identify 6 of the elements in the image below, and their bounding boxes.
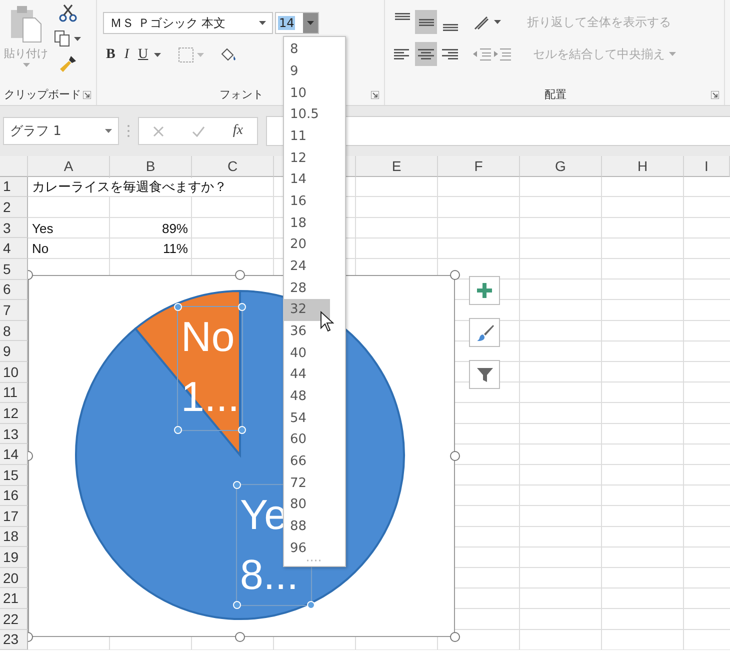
group-label: クリップボード bbox=[4, 87, 81, 103]
group-label: 配置 bbox=[544, 87, 566, 103]
group-label: フォント bbox=[220, 87, 264, 103]
table-cell: 89% bbox=[162, 220, 188, 236]
table-cell: 11% bbox=[162, 241, 188, 256]
table-cell: No bbox=[32, 241, 49, 256]
